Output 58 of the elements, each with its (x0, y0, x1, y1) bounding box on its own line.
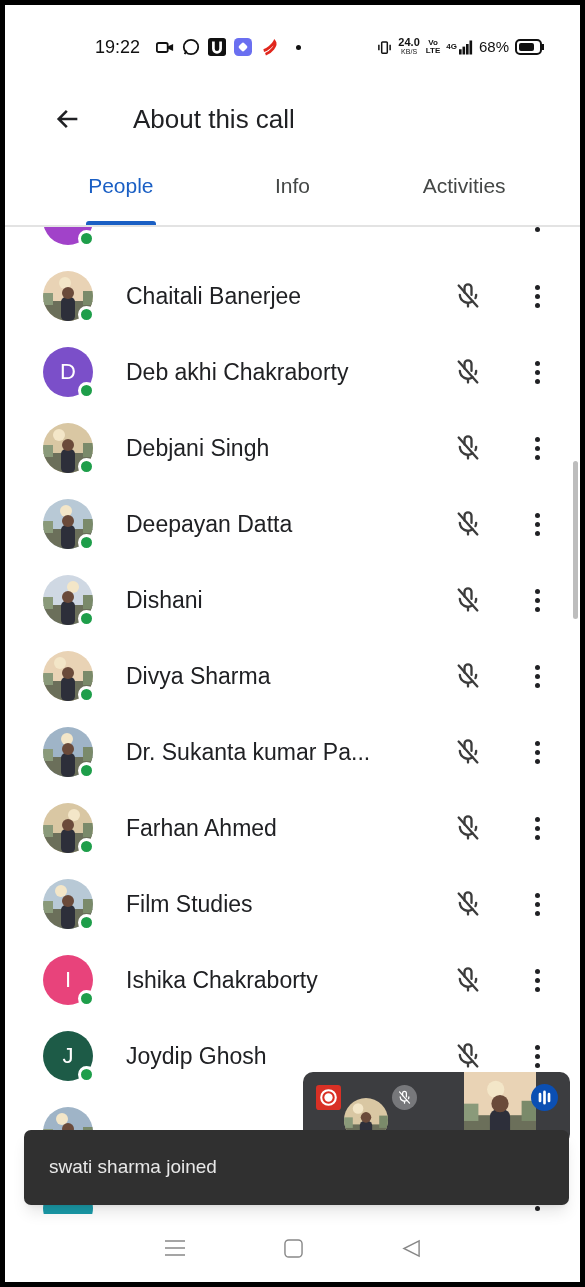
participant-name: Dr. Sukanta kumar Pa... (126, 737, 371, 767)
muted-mic-icon (454, 738, 482, 766)
participant-name: Farhan Ahmed (126, 813, 277, 843)
signal-icon (458, 39, 473, 55)
network-type: 4G (446, 41, 457, 53)
back-nav-icon[interactable] (401, 1238, 421, 1258)
battery-icon (515, 39, 545, 55)
muted-mic-icon (454, 1042, 482, 1070)
muted-mic-icon (454, 966, 482, 994)
page-title: About this call (133, 102, 295, 136)
clock: 19:22 (95, 35, 141, 59)
muted-mic-icon (454, 434, 482, 462)
muted-mic-icon (454, 358, 482, 386)
tab[interactable]: Activities (378, 169, 550, 225)
more-options-button[interactable] (534, 892, 540, 916)
more-options-button[interactable] (534, 360, 540, 384)
participant-name: Divya Sharma (126, 661, 271, 691)
muted-mic-icon (397, 1090, 412, 1105)
more-options-button[interactable] (534, 436, 540, 460)
muted-mic-icon (454, 814, 482, 842)
muted-mic-icon (454, 586, 482, 614)
muted-mic-icon (454, 510, 482, 538)
more-options-button[interactable] (534, 968, 540, 992)
participant-name: Dishani (126, 585, 203, 615)
participant-name: Deepayan Datta (126, 509, 293, 539)
vibrate-icon (377, 39, 393, 55)
participant-name: Chaitali Banerjee (126, 281, 302, 311)
battery-percent: 68% (478, 36, 509, 57)
more-options-button[interactable] (534, 740, 540, 764)
tab[interactable]: People (35, 169, 207, 225)
muted-mic-icon (454, 890, 482, 918)
more-options-button[interactable] (534, 588, 540, 612)
avatar: I (43, 955, 93, 1005)
chat-bubble-icon (182, 38, 201, 56)
participant-name: Debjani Singh (126, 433, 270, 463)
muted-mic-icon (454, 662, 482, 690)
app-icon (234, 38, 253, 56)
volte-label: Vo (428, 39, 438, 47)
volte-label: LTE (425, 47, 441, 55)
avatar: J (43, 1031, 93, 1081)
participant-name: Film Studies (126, 889, 253, 919)
app-icon (208, 38, 227, 56)
more-options-button[interactable] (534, 664, 540, 688)
audio-level-icon (531, 1084, 558, 1111)
more-options-button[interactable] (534, 512, 540, 536)
toast-message: swati sharma joined (49, 1155, 217, 1180)
muted-mic-icon (454, 282, 482, 310)
video-camera-icon (156, 40, 175, 54)
avatar: D (43, 347, 93, 397)
more-options-button[interactable] (534, 816, 540, 840)
tab[interactable]: Info (206, 169, 379, 225)
data-speed: 24.0 (398, 38, 420, 47)
more-options-button[interactable] (534, 284, 540, 308)
participant-name: Ishika Chakraborty (126, 965, 318, 995)
more-options-button[interactable] (534, 1044, 540, 1068)
participant-name: Joydip Ghosh (126, 1041, 267, 1071)
participant-name: Deb akhi Chakraborty (126, 357, 349, 387)
home-icon[interactable] (283, 1238, 303, 1258)
